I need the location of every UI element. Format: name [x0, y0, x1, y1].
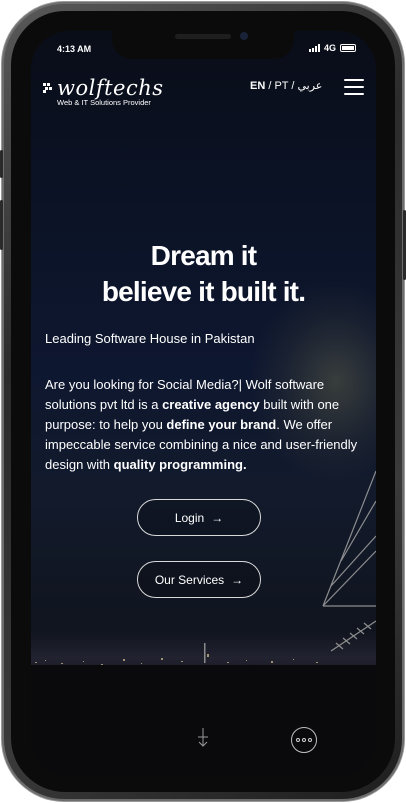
- scroll-down-icon[interactable]: [195, 727, 211, 749]
- login-label: Login: [174, 510, 205, 525]
- phone-notch: [112, 27, 294, 59]
- arrow-right-icon: →: [211, 510, 224, 525]
- desc-bold: creative agency: [162, 397, 260, 412]
- signal-icon: [308, 44, 320, 52]
- battery-icon: [340, 44, 356, 52]
- brand-tagline: Web & IT Solutions Provider: [57, 98, 151, 107]
- app-screen: 4:13 AM 4G wolftechs Web & IT Solutions …: [31, 31, 376, 776]
- brand-name: wolftechs: [57, 76, 164, 100]
- services-label: Our Services: [154, 572, 225, 587]
- side-button: [0, 150, 3, 178]
- hero-description: Are you looking for Social Media?| Wolf …: [45, 375, 370, 475]
- desc-bold: quality programming.: [113, 457, 247, 472]
- front-camera: [240, 32, 248, 40]
- hero-subtitle: Leading Software House in Pakistan: [45, 331, 255, 346]
- network-label: 4G: [323, 43, 336, 53]
- hero-title-line-2: believe it built it.: [101, 276, 306, 307]
- status-time: 4:13 AM: [57, 44, 92, 54]
- our-services-button[interactable]: Our Services →: [137, 561, 261, 598]
- phone-speaker: [175, 34, 231, 39]
- chat-icon[interactable]: [291, 727, 317, 753]
- hero-title-line-1: Dream it: [150, 240, 257, 271]
- lang-ar[interactable]: عربي: [297, 80, 322, 92]
- desc-bold: define your brand: [166, 417, 277, 432]
- wolf-logo-icon: [43, 83, 52, 93]
- lang-en[interactable]: EN: [250, 80, 265, 92]
- login-button[interactable]: Login →: [137, 499, 261, 536]
- lang-pt[interactable]: PT: [274, 80, 288, 92]
- menu-icon[interactable]: [344, 79, 364, 95]
- status-indicators: 4G: [308, 43, 356, 53]
- side-button: [0, 200, 3, 250]
- arrow-right-icon: →: [231, 572, 244, 587]
- language-switcher: EN / PT / عربي: [250, 79, 322, 92]
